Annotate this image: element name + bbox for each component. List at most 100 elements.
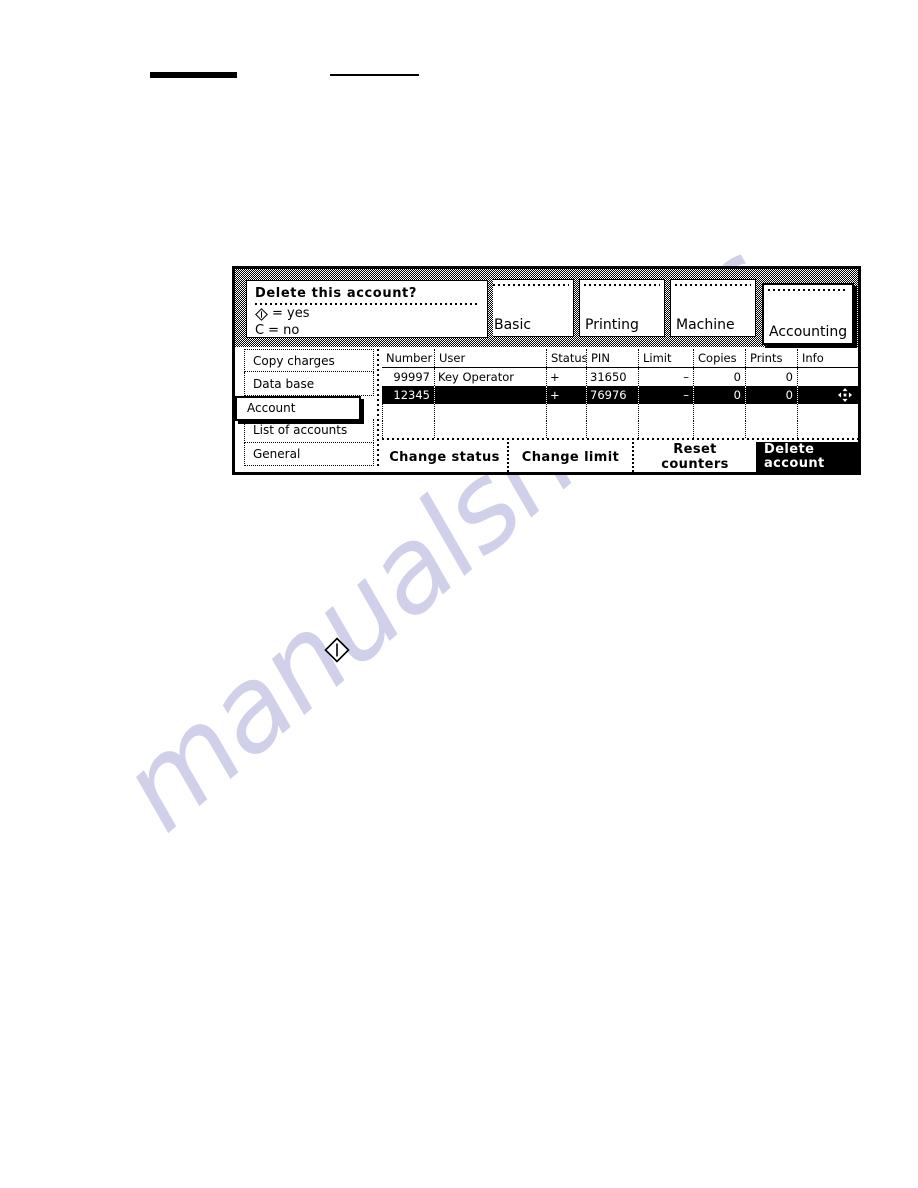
cell-user: Key Operator [434,368,546,386]
cell-empty [638,404,693,421]
tab-printing-label: Printing [585,317,639,333]
cell-empty [382,421,434,438]
tab-basic-label: Basic [494,317,532,333]
sidebar-item-label: Account [247,401,296,416]
cell-user [434,386,546,404]
tab-machine-label: Machine [676,317,735,333]
cell-empty [586,421,638,438]
delete-account-label-line2: account [764,456,825,471]
panel-inner: Basic Printing Machine Accounting Delete… [235,269,858,472]
column-header-prints: Prints [745,349,797,367]
dialog-title: Delete this account? [255,286,418,301]
tab-accounting[interactable]: Accounting [762,283,854,345]
sidebar-item-label: Data base [253,376,315,391]
cell-pin: 31650 [586,368,638,386]
tab-basic[interactable]: Basic [488,279,574,337]
cell-empty [693,421,745,438]
cell-pin: 76976 [586,386,638,404]
tab-dotted-divider [584,284,660,286]
cell-empty [693,404,745,421]
table-row-empty [382,421,858,438]
reset-counters-label: Reset counters [661,442,729,472]
tab-printing[interactable]: Printing [579,279,665,337]
cell-empty [434,404,546,421]
column-header-copies: Copies [693,349,745,367]
clear-key-label: C [255,323,265,338]
column-header-status: Status [546,349,586,367]
cell-copies: 0 [693,386,745,404]
dialog-option-no: C = no [255,323,479,339]
sidebar-item-data-base[interactable]: Data base [244,372,374,396]
column-header-number: Number [386,351,433,365]
table-header-row: Number User Status PIN Limit Copies Prin… [382,349,858,368]
tab-strip: Basic Printing Machine Accounting Delete… [235,269,858,347]
printer-operation-panel: Basic Printing Machine Accounting Delete… [232,266,861,475]
table-bottom-divider [382,438,858,440]
tab-accounting-label: Accounting [769,324,848,340]
dialog-option-yes-label: = yes [272,306,310,321]
sidebar-item-general[interactable]: General [244,442,374,466]
cell-number: 99997 [393,370,430,384]
delete-account-dialog: Delete this account? = yes C = no [246,280,488,338]
cell-empty [797,421,858,438]
sidebar-content-divider [377,349,379,468]
header-rule-thin [330,74,419,76]
sidebar-item-label: General [253,446,301,461]
start-key-icon [255,307,268,321]
accounts-table: Number User Status PIN Limit Copies Prin… [382,349,858,438]
settings-sidebar: Copy charges Data base List of accounts … [235,349,374,466]
page-header-rules [0,0,918,100]
dialog-option-yes: = yes [255,306,479,322]
column-header-info: Info [797,349,858,367]
sidebar-item-account[interactable]: Account [235,395,361,421]
dialog-option-no-label: = no [268,323,300,338]
table-row[interactable]: 99997 Key Operator + 31650 – 0 0 [382,368,858,386]
cell-empty [638,421,693,438]
cell-limit: – [638,386,693,404]
delete-account-label-line1: Delete [764,442,815,457]
change-limit-button[interactable]: Change limit [507,442,632,472]
column-header-pin: PIN [586,349,638,367]
cell-empty [797,404,858,421]
table-row-empty [382,404,858,421]
header-rule-thick [150,72,237,78]
action-button-row: Change status Change limit Reset counter… [382,442,858,472]
cell-empty [546,421,586,438]
table-row[interactable]: 12345 + 76976 – 0 0 [382,386,858,404]
column-header-user: User [434,349,546,367]
cell-empty [434,421,546,438]
cell-number: 12345 [393,388,430,402]
reset-counters-button[interactable]: Reset counters [632,442,756,472]
move-four-way-arrows-icon[interactable] [838,388,852,402]
tab-dotted-divider [493,284,569,286]
cell-prints: 0 [745,386,797,404]
cell-empty [546,404,586,421]
dialog-title-divider [255,303,479,305]
cell-empty [586,404,638,421]
sidebar-item-list-of-accounts[interactable]: List of accounts [244,419,374,443]
cell-status: + [546,368,586,386]
sidebar-item-label: Copy charges [253,353,335,368]
page-watermark: manualshive.c [0,0,918,1188]
column-header-limit: Limit [638,349,693,367]
tab-dotted-divider [675,284,751,286]
cell-copies: 0 [693,368,745,386]
cell-limit: – [638,368,693,386]
cell-prints: 0 [745,368,797,386]
start-key-icon [324,637,350,663]
tab-dotted-divider [768,289,848,291]
cell-status: + [546,386,586,404]
tab-machine[interactable]: Machine [670,279,756,337]
account-content-area: Number User Status PIN Limit Copies Prin… [377,349,858,472]
change-limit-label: Change limit [521,449,620,465]
cell-info [797,368,858,386]
sidebar-item-copy-charges[interactable]: Copy charges [244,349,374,373]
change-status-label: Change status [389,449,500,465]
delete-account-dialog-frame: Delete this account? = yes C = no [241,275,493,343]
cell-empty [745,421,797,438]
change-status-button[interactable]: Change status [382,442,507,472]
delete-account-button[interactable]: Delete account [756,442,858,472]
cell-empty [745,404,797,421]
sidebar-item-label: List of accounts [253,423,348,438]
cell-empty [382,404,434,421]
